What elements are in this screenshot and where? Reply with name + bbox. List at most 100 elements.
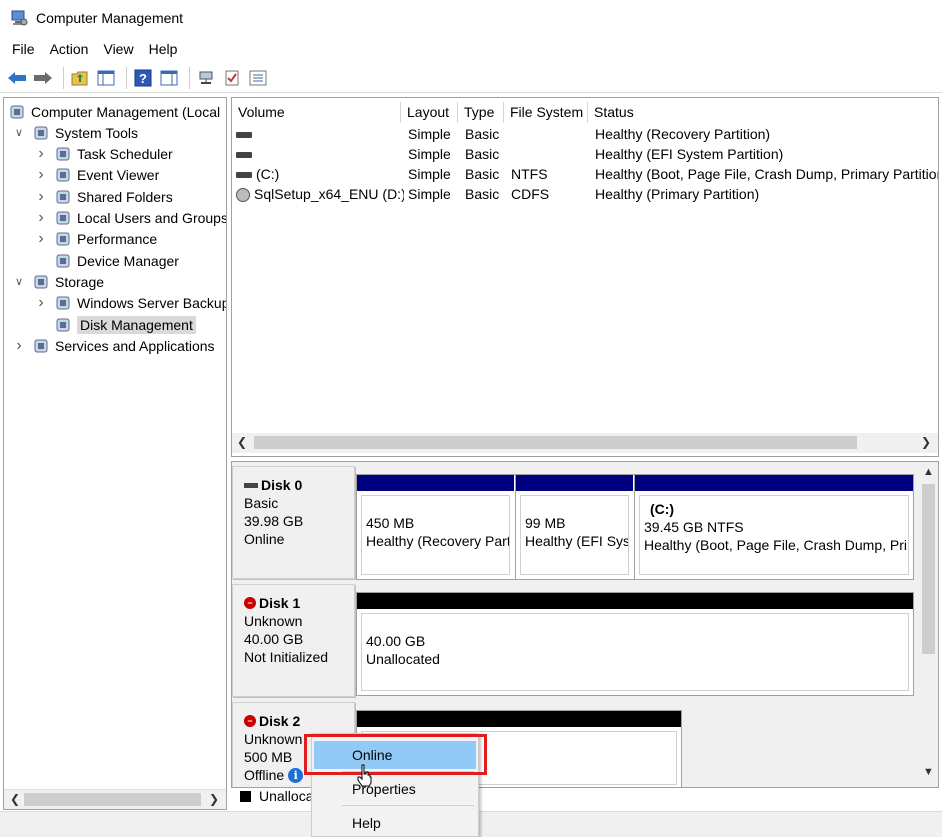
- legend-label: Unalloca: [259, 788, 314, 804]
- unallocated-swatch: [240, 790, 251, 802]
- disk-0-info[interactable]: Disk 0 Basic 39.98 GB Online: [232, 466, 355, 579]
- tree-item-label: Shared Folders: [77, 188, 173, 205]
- annotation-highlight-box: [304, 734, 487, 775]
- info-icon[interactable]: i: [288, 767, 304, 783]
- forward-arrow-icon[interactable]: [32, 67, 54, 89]
- tree-item-label: Computer Management (Local: [31, 103, 221, 120]
- disk-1-info[interactable]: − Disk 1 Unknown 40.00 GB Not Initialize…: [232, 584, 355, 697]
- tree-item[interactable]: › Services and Applications: [12, 335, 214, 356]
- volume-cell: [236, 144, 404, 164]
- chevron-right-icon[interactable]: ›: [12, 337, 26, 355]
- chevron-right-icon[interactable]: ›: [34, 145, 48, 163]
- column-header-status[interactable]: Status: [588, 102, 938, 123]
- partition-body: 40.00 GB Unallocated: [361, 613, 909, 691]
- partition-size: 450 MB: [366, 515, 415, 531]
- menu-item-help[interactable]: Help: [314, 809, 476, 837]
- tree-item[interactable]: Computer Management (Local: [8, 101, 220, 122]
- tree-item[interactable]: › Local Users and Groups: [34, 208, 227, 229]
- menu-view[interactable]: View: [103, 41, 133, 57]
- column-header-layout[interactable]: Layout: [401, 102, 458, 123]
- menu-item-properties[interactable]: Properties: [314, 775, 476, 803]
- disk-size: 40.00 GB: [244, 631, 304, 647]
- scroll-left-icon[interactable]: ❮: [237, 435, 247, 449]
- partition-efi[interactable]: 99 MB Healthy (EFI Syst: [515, 475, 633, 579]
- status-cell: Healthy (Primary Partition): [595, 186, 760, 202]
- status-cell: Healthy (Recovery Partition): [595, 126, 771, 142]
- column-header-file-system[interactable]: File System: [504, 102, 588, 123]
- chevron-right-icon[interactable]: ›: [34, 230, 48, 248]
- tree-item[interactable]: › Shared Folders: [34, 186, 173, 207]
- performance-icon: [54, 230, 72, 248]
- scrollbar-thumb[interactable]: [24, 793, 201, 806]
- drive-icon: [236, 132, 252, 139]
- checklist-icon[interactable]: [221, 67, 243, 89]
- column-header-type[interactable]: Type: [458, 102, 504, 123]
- scroll-left-icon[interactable]: ❮: [10, 792, 20, 806]
- fs-cell: CDFS: [511, 186, 550, 202]
- partition-status: Healthy (EFI Syst: [525, 533, 629, 549]
- partition-c[interactable]: (C:) 39.45 GB NTFS Healthy (Boot, Page F…: [634, 475, 913, 579]
- partition-bar: [357, 593, 913, 609]
- partition-bar: [635, 475, 913, 491]
- volume-row[interactable]: Simple Basic Healthy (EFI System Partition…: [232, 144, 938, 164]
- partition-status: Healthy (Recovery Part: [366, 533, 510, 549]
- menu-action[interactable]: Action: [50, 41, 89, 57]
- tree-item-label: Local Users and Groups: [77, 210, 227, 226]
- event-viewer-icon: [54, 166, 72, 184]
- tree-item[interactable]: › Performance: [34, 229, 157, 250]
- title-bar: Computer Management: [0, 0, 942, 36]
- scroll-down-icon[interactable]: ▼: [923, 766, 934, 778]
- navigation-tree[interactable]: Computer Management (Local ∨ System Tools ›…: [3, 97, 227, 810]
- partition-size: 99 MB: [525, 515, 566, 531]
- toolbar-separator: [63, 66, 64, 89]
- tree-item[interactable]: Device Manager: [34, 250, 179, 271]
- show-hide-tree-icon[interactable]: [95, 67, 117, 89]
- chevron-down-icon[interactable]: ∨: [12, 126, 26, 139]
- volume-list[interactable]: Volume Layout Type File System Status Si…: [231, 97, 939, 457]
- chevron-right-icon[interactable]: ›: [34, 294, 48, 312]
- tree-item[interactable]: ∨ System Tools: [12, 122, 138, 143]
- scroll-right-icon[interactable]: ❯: [921, 435, 931, 449]
- partition-recovery[interactable]: 450 MB Healthy (Recovery Part: [357, 475, 514, 579]
- svg-text:?: ?: [139, 71, 147, 86]
- chevron-right-icon[interactable]: ›: [34, 166, 48, 184]
- users-icon: [54, 209, 72, 227]
- console-icon[interactable]: [158, 67, 180, 89]
- tree-item[interactable]: Disk Management: [34, 314, 196, 335]
- device-manager-icon: [54, 252, 72, 270]
- storage-icon: [32, 273, 50, 291]
- properties-icon[interactable]: [247, 67, 269, 89]
- tree-item[interactable]: › Windows Server Backup: [34, 293, 227, 314]
- legend: Unalloca: [231, 786, 313, 806]
- up-folder-icon[interactable]: [69, 67, 91, 89]
- partition-size: 39.45 GB NTFS: [644, 519, 744, 535]
- disk-0-partitions: 450 MB Healthy (Recovery Part 99 MB Heal…: [356, 474, 914, 580]
- tree-horizontal-scrollbar[interactable]: ❮ ❯: [4, 789, 226, 809]
- disk-view-vertical-scrollbar[interactable]: ▲ ▼: [919, 462, 938, 787]
- chevron-right-icon[interactable]: ›: [34, 209, 48, 227]
- volume-list-horizontal-scrollbar[interactable]: ❮ ❯: [232, 433, 938, 453]
- volume-cell: [236, 124, 404, 144]
- menu-file[interactable]: File: [12, 41, 35, 57]
- scroll-up-icon[interactable]: ▲: [923, 466, 934, 478]
- scrollbar-thumb[interactable]: [254, 436, 857, 449]
- menu-help[interactable]: Help: [149, 41, 178, 57]
- help-icon[interactable]: ?: [132, 67, 154, 89]
- scrollbar-thumb[interactable]: [922, 484, 935, 654]
- tree-item-label: Windows Server Backup: [77, 295, 227, 312]
- column-header-volume[interactable]: Volume: [232, 102, 401, 123]
- scroll-right-icon[interactable]: ❯: [209, 792, 219, 806]
- tree-item[interactable]: ∨ Storage: [12, 271, 104, 292]
- partition-unallocated[interactable]: 40.00 GB Unallocated: [357, 593, 913, 695]
- tree-item[interactable]: › Task Scheduler: [34, 144, 172, 165]
- volume-row[interactable]: SqlSetup_x64_ENU (D:) Simple Basic CDFS Heal…: [232, 184, 938, 204]
- volume-row[interactable]: (C:) Simple Basic NTFS Healthy (Boot, Page F…: [232, 164, 938, 184]
- volume-list-header: Volume Layout Type File System Status: [232, 102, 938, 123]
- chevron-right-icon[interactable]: ›: [34, 188, 48, 206]
- chevron-down-icon[interactable]: ∨: [12, 275, 26, 288]
- tree-item[interactable]: › Event Viewer: [34, 165, 159, 186]
- clock-icon: [54, 145, 72, 163]
- volume-row[interactable]: Simple Basic Healthy (Recovery Partition): [232, 124, 938, 144]
- connect-icon[interactable]: [195, 67, 217, 89]
- back-arrow-icon[interactable]: [6, 67, 28, 89]
